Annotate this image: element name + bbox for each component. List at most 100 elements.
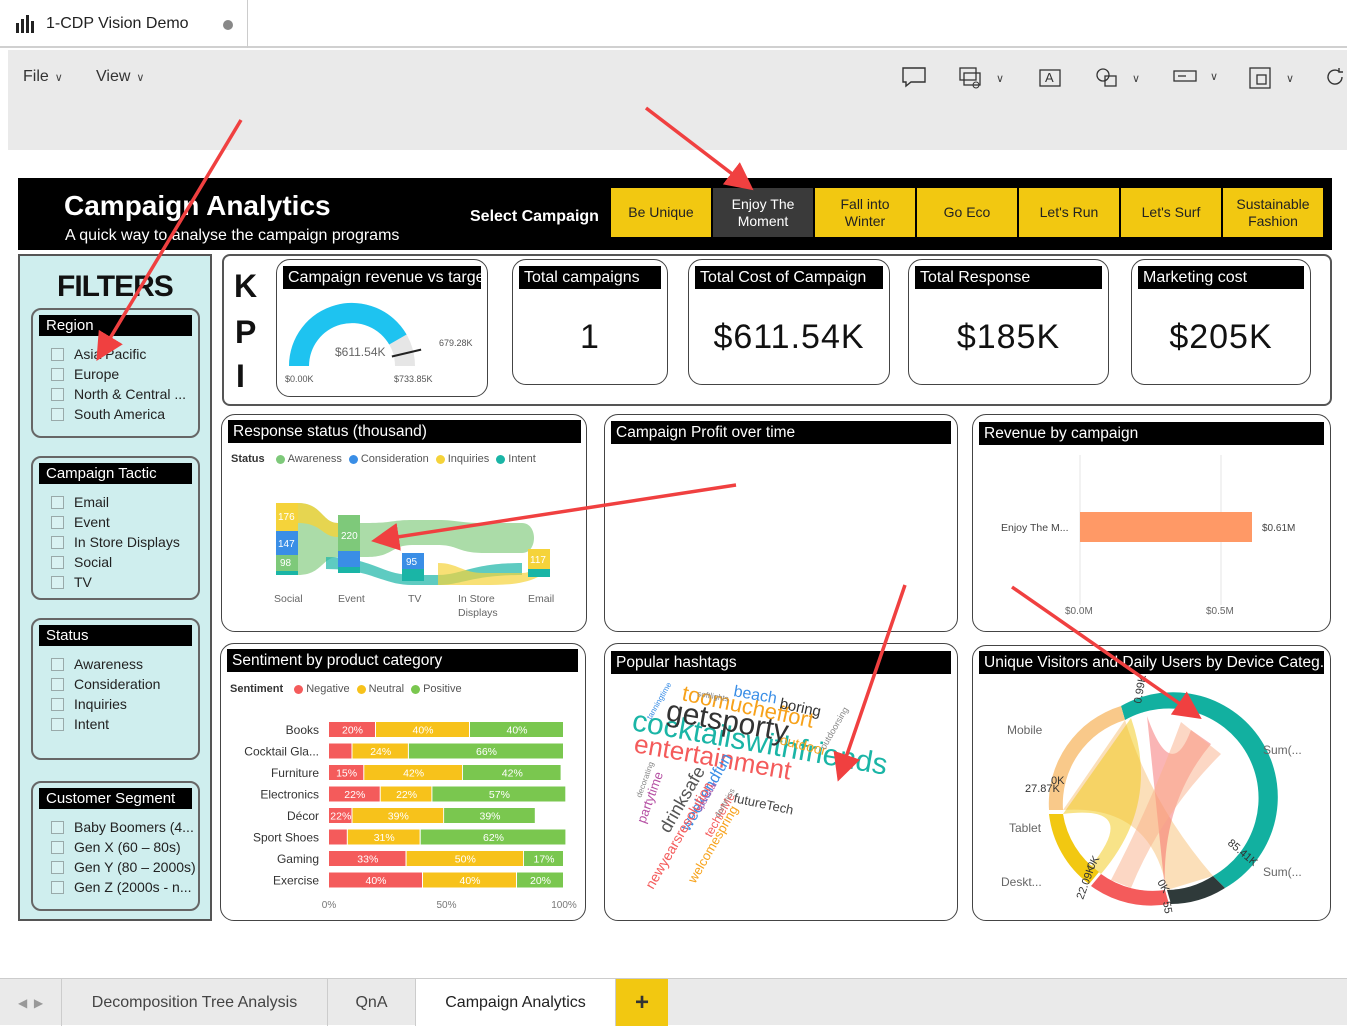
total-response-card[interactable]: Total Response $185K [908, 259, 1109, 385]
bar-category-label: Enjoy The M... [1001, 522, 1069, 534]
slicer-item-label: Event [74, 514, 110, 530]
checkbox[interactable] [51, 515, 64, 529]
checkbox[interactable] [51, 880, 64, 894]
tab-scroll-arrows[interactable]: ◀ ▶ [0, 979, 62, 1026]
slicer-item-label: Asia Pacific [74, 346, 147, 362]
refresh-button[interactable] [1324, 66, 1346, 88]
slicer-item[interactable]: South America [33, 404, 198, 424]
slicer-item[interactable]: Gen Y (80 – 2000s) [33, 857, 198, 877]
unique-visitors-panel[interactable]: Unique Visitors and Daily Users by Devic… [972, 645, 1331, 921]
slicer-item[interactable]: Awareness [33, 654, 198, 674]
report-subtitle: A quick way to analyse the campaign prog… [65, 227, 400, 244]
x-axis-label: Event [338, 593, 365, 605]
x-axis-label: Social [274, 593, 303, 605]
unsaved-indicator-icon [223, 20, 233, 30]
campaign-button-sustainable-fashion[interactable]: Sustainable Fashion [1223, 188, 1323, 237]
page-view-button[interactable]: ∨ [1248, 66, 1294, 90]
checkbox[interactable] [51, 840, 64, 854]
checkbox[interactable] [51, 697, 64, 711]
sentiment-panel[interactable]: Sentiment by product category Sentiment … [220, 643, 586, 921]
tab-campaign-analytics[interactable]: Campaign Analytics [416, 979, 616, 1026]
campaign-button-fall-into-winter[interactable]: Fall into Winter [815, 188, 915, 237]
campaign-button-enjoy-the-moment[interactable]: Enjoy The Moment [713, 188, 813, 237]
panel-title: Campaign Profit over time [611, 421, 951, 444]
checkbox[interactable] [51, 535, 64, 549]
x-tick-label: 100% [551, 900, 577, 911]
x-tick-label: $0.5M [1206, 606, 1234, 617]
panel-title: Response status (thousand) [228, 420, 581, 443]
x-axis-label: Email [528, 593, 554, 605]
marketing-cost-card[interactable]: Marketing cost $205K [1131, 259, 1311, 385]
checkbox[interactable] [51, 820, 64, 834]
shapes-button[interactable]: ∨ [1094, 66, 1140, 90]
hashtags-panel[interactable]: Popular hashtags cocktailswithfriends ge… [604, 643, 958, 921]
slicer-item[interactable]: Baby Boomers (4... [33, 817, 198, 837]
total-campaigns-card[interactable]: Total campaigns 1 [512, 259, 668, 385]
slicer-item[interactable]: Consideration [33, 674, 198, 694]
slicer-item[interactable]: TV [33, 572, 198, 592]
slicer-item[interactable]: Event [33, 512, 198, 532]
slicer-item[interactable]: Social [33, 552, 198, 572]
campaign-button-lets-surf[interactable]: Let's Surf [1121, 188, 1221, 237]
device-label: Deskt... [1001, 875, 1042, 889]
slicer-item[interactable]: North & Central ... [33, 384, 198, 404]
legend-item: Awareness [287, 453, 342, 465]
slicer-item[interactable]: Europe [33, 364, 198, 384]
device-label: Tablet [1009, 821, 1042, 835]
legend-dot [411, 684, 421, 694]
text-box-button[interactable]: A [1038, 66, 1062, 88]
slicer-item[interactable]: Gen Z (2000s - n... [33, 877, 198, 897]
kpi-letter: K [234, 268, 258, 304]
card-value: 1 [580, 318, 600, 356]
checkbox[interactable] [51, 495, 64, 509]
checkbox[interactable] [51, 677, 64, 691]
file-menu[interactable]: File ∨ [23, 68, 63, 86]
series-label: Sum(... [1263, 865, 1302, 879]
document-tab[interactable]: 1-CDP Vision Demo [0, 0, 248, 48]
campaign-button-lets-run[interactable]: Let's Run [1019, 188, 1119, 237]
report-title: Campaign Analytics [64, 190, 331, 221]
checkbox[interactable] [51, 387, 64, 401]
buttons-button[interactable]: ∨ [1172, 66, 1218, 86]
slicer-item[interactable]: Intent [33, 714, 198, 734]
card-title: Total campaigns [519, 266, 661, 289]
slicer-item[interactable]: In Store Displays [33, 532, 198, 552]
slicer-header: Status [39, 625, 192, 646]
comment-button[interactable] [901, 66, 927, 88]
slicer-item-label: Gen Z (2000s - n... [74, 879, 192, 895]
revenue-gauge-card[interactable]: Campaign revenue vs target $611.54K $0.0… [276, 259, 488, 397]
checkbox[interactable] [51, 347, 64, 361]
visual-interactions-button[interactable]: ∨ [958, 66, 1004, 90]
revenue-by-campaign-panel[interactable]: Revenue by campaign Enjoy The M... $0.61… [972, 414, 1331, 632]
campaign-button-go-eco[interactable]: Go Eco [917, 188, 1017, 237]
checkbox[interactable] [51, 575, 64, 589]
legend-item: Intent [508, 453, 536, 465]
x-tick-label: 0% [322, 900, 337, 911]
checkbox[interactable] [51, 657, 64, 671]
legend-item: Consideration [360, 453, 429, 465]
view-menu[interactable]: View ∨ [96, 68, 144, 86]
legend-item: Negative [306, 683, 350, 695]
checkbox[interactable] [51, 367, 64, 381]
profit-over-time-panel[interactable]: Campaign Profit over time [604, 414, 958, 632]
gauge-target-label: 679.28K [439, 338, 473, 348]
slicer-item[interactable]: Gen X (60 – 80s) [33, 837, 198, 857]
response-status-panel[interactable]: Response status (thousand) Status Awaren… [221, 414, 587, 632]
total-cost-card[interactable]: Total Cost of Campaign $611.54K [688, 259, 890, 385]
bar-value-label: 31% [374, 832, 395, 844]
tab-qna[interactable]: QnA [328, 979, 416, 1026]
slicer-item[interactable]: Email [33, 492, 198, 512]
slicer-header: Campaign Tactic [39, 463, 192, 484]
slicer-item-label: Gen Y (80 – 2000s) [74, 859, 196, 875]
checkbox[interactable] [51, 717, 64, 731]
checkbox[interactable] [51, 407, 64, 421]
slicer-item[interactable]: Inquiries [33, 694, 198, 714]
x-axis-label: TV [408, 593, 421, 605]
slicer-item[interactable]: Asia Pacific [33, 344, 198, 364]
tab-decomposition-tree-analysis[interactable]: Decomposition Tree Analysis [62, 979, 328, 1026]
slicer-item-label: Social [74, 554, 113, 570]
checkbox[interactable] [51, 555, 64, 569]
checkbox[interactable] [51, 860, 64, 874]
add-page-button[interactable]: + [616, 979, 668, 1026]
campaign-button-be-unique[interactable]: Be Unique [611, 188, 711, 237]
